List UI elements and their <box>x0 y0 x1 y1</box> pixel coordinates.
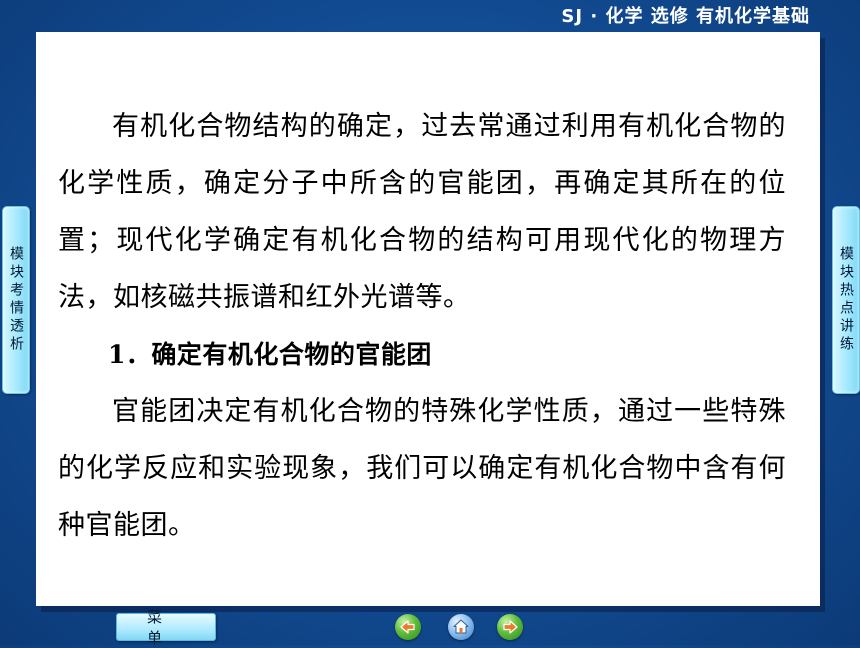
side-tab-module-hotspot-practice[interactable]: 模块热点讲练 <box>832 206 860 394</box>
prev-page-button[interactable] <box>395 614 421 640</box>
paragraph-intro: 有机化合物结构的确定，过去常通过利用有机化合物的化学性质，确定分子中所含的官能团… <box>58 111 786 313</box>
text-block: 有机化合物结构的确定，过去常通过利用有机化合物的化学性质，确定分子中所含的官能团… <box>58 98 786 554</box>
header-title: SJ · 化学 选修 有机化学基础 <box>561 6 810 27</box>
side-tab-right-label: 模块热点讲练 <box>838 246 854 354</box>
home-button[interactable] <box>448 614 474 640</box>
side-tab-left-label: 模块考情透析 <box>8 246 24 354</box>
home-icon <box>453 619 469 634</box>
section-title: 确定有机化合物的官能团 <box>151 340 432 369</box>
next-page-button[interactable] <box>497 614 523 640</box>
paragraph-functional-groups: 官能团决定有机化合物的特殊化学性质，通过一些特殊的化学反应和实验现象，我们可以确… <box>58 396 786 541</box>
menu-button-label: 菜单 <box>147 608 193 647</box>
arrow-right-icon <box>503 620 518 634</box>
menu-button[interactable]: 菜单 <box>116 608 216 647</box>
content-panel: 有机化合物结构的确定，过去常通过利用有机化合物的化学性质，确定分子中所含的官能团… <box>36 32 820 606</box>
side-tab-module-exam-analysis[interactable]: 模块考情透析 <box>2 206 30 394</box>
section-heading: 1．确定有机化合物的官能团 <box>58 326 786 383</box>
section-number: 1． <box>108 340 152 369</box>
arrow-left-icon <box>400 620 415 634</box>
